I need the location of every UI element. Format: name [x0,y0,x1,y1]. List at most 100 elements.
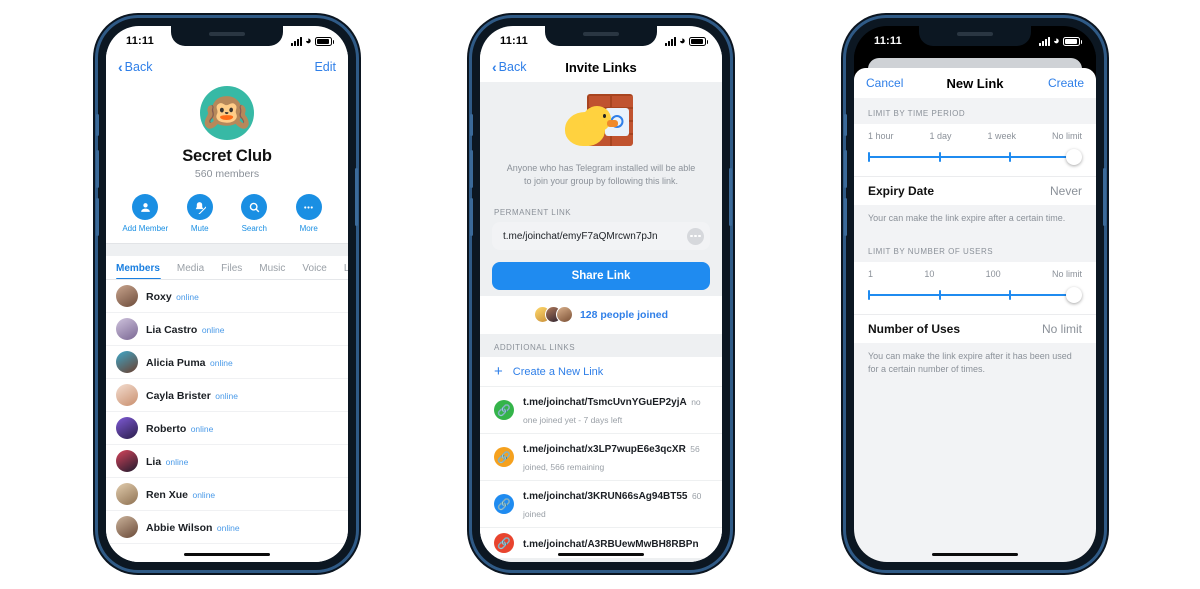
list-item[interactable]: Ren Xue online [106,478,348,511]
status-time: 11:11 [126,35,154,47]
create-button[interactable]: Create [1048,76,1084,90]
list-item[interactable]: Roxy online [106,280,348,313]
member-status: online [176,292,199,302]
expiry-date-value: Never [1049,184,1082,198]
joined-count-label[interactable]: 128 people joined [580,309,668,321]
link-url: t.me/joinchat/x3LP7wupE6e3qcXR [523,444,686,456]
list-item[interactable]: Cayla Brister online [106,379,348,412]
number-of-uses-value: No limit [1041,321,1082,336]
group-avatar: 🙉 [200,86,254,140]
action-add-member[interactable]: Add Member [120,194,170,233]
number-of-uses-row[interactable]: Number of Uses No limit [854,313,1096,343]
back-label: Back [498,60,527,74]
tick-label: 1 week [987,131,1016,141]
status-time: 11:11 [874,35,902,47]
member-name: Lia [146,456,162,468]
add-member-icon [132,194,159,220]
chevron-left-icon: ‹ [492,59,497,75]
permanent-link-section-label: PERMANENT LINK [494,208,572,218]
tab-music[interactable]: Music [259,263,294,279]
list-item[interactable]: Abbie Wilson online [106,511,348,544]
back-button[interactable]: ‹ Back [118,60,152,74]
member-status: online [190,424,214,434]
time-period-section-label: LIMIT BY TIME PERIOD [868,109,966,118]
avatar [116,318,138,340]
facepile [533,306,573,324]
tab-separator [106,243,348,256]
cancel-button[interactable]: Cancel [866,76,903,90]
member-name: Roberto [146,423,187,435]
sheet-nav-bar: Cancel New Link Create [854,68,1096,98]
search-icon [241,194,268,220]
create-new-link-button[interactable]: + Create a New Link [480,357,722,388]
list-item[interactable]: 🔗 t.me/joinchat/3KRUN66sAg94BT55 60 join… [480,481,722,529]
more-dots-icon[interactable] [687,227,704,245]
action-search[interactable]: Search [229,194,279,233]
tab-media[interactable]: Media [177,263,213,279]
back-label: Back [124,60,153,74]
list-item[interactable]: 🔗 t.me/joinchat/TsmcUvnYGuEP2yjA no one … [480,387,722,435]
phone-device-2: 11:11 ◕ ‹ Back Invite Links Anyone who h… [470,18,732,570]
create-new-link-label: Create a New Link [512,365,604,378]
chain-link-icon: 🔗 [494,533,514,554]
tick-label: 10 [924,268,935,279]
link-url: t.me/joinchat/A3RBUewMwBH8RBPn [523,539,699,551]
chain-link-icon: 🔗 [494,400,514,421]
cellular-bars-icon [291,36,303,46]
mute-bell-icon [186,194,213,220]
battery-icon [315,36,334,46]
time-period-slider[interactable] [868,149,1082,165]
list-item[interactable]: Roberto online [106,412,348,445]
new-link-sheet: Cancel New Link Create LIMIT BY TIME PER… [854,68,1096,562]
notch [919,26,1031,46]
user-limit-section-label: LIMIT BY NUMBER OF USERS [868,246,994,256]
home-indicator [184,553,270,556]
list-item[interactable]: Alicia Puma online [106,346,348,379]
more-dots-icon [295,194,322,220]
avatar [116,516,138,538]
user-limit-slider[interactable] [868,286,1082,303]
expiry-date-label: Expiry Date [868,184,935,198]
tab-links[interactable]: Links [344,263,348,279]
tab-members[interactable]: Members [116,263,169,279]
action-mute[interactable]: Mute [175,194,225,233]
additional-links-section-label: ADDITIONAL LINKS [480,334,722,358]
phone3-screen: 11:11 ◕ Cancel New Link Create LIMIT BY … [854,26,1096,562]
avatar [116,483,138,505]
tab-files[interactable]: Files [221,263,251,279]
joined-people-row[interactable]: 128 people joined [480,296,722,335]
tick-label: No limit [1051,131,1082,141]
permanent-link-field[interactable]: t.me/joinchat/emyF7aQMrcwn7pJn [492,222,710,251]
profile-actions: Add Member Mute Search More [106,180,348,243]
group-member-count: 560 members [194,168,260,180]
screenshot-stage: 11:11 ◕ ‹ Back Edit 🙉 Secret Club 560 me… [0,0,1200,589]
tab-voice[interactable]: Voice [302,263,335,279]
list-item[interactable]: Lia online [106,445,348,478]
tick-label: 1 [868,268,874,279]
list-item[interactable]: Lia Castro online [106,313,348,346]
member-name: Alicia Puma [146,357,206,369]
slider-thumb[interactable] [1066,286,1082,303]
member-status: online [201,325,225,335]
chain-link-icon: 🔗 [494,494,514,515]
share-link-button[interactable]: Share Link [492,262,710,291]
wifi-icon: ◕ [679,34,686,47]
action-more[interactable]: More [284,194,334,233]
plus-icon: + [494,363,503,381]
link-url: t.me/joinchat/3KRUN66sAg94BT55 [523,491,688,503]
tick-label: 1 hour [868,131,894,141]
back-button[interactable]: ‹ Back [492,60,526,74]
edit-button[interactable]: Edit [314,60,336,74]
hero-section: Anyone who has Telegram installed will b… [480,82,722,197]
time-period-slider-box: 1 hour 1 day 1 week No limit [854,124,1096,176]
expiry-date-row[interactable]: Expiry Date Never [854,176,1096,205]
list-item[interactable]: 🔗 t.me/joinchat/x3LP7wupE6e3qcXR 56 join… [480,434,722,482]
duck-at-door-icon [563,94,639,156]
member-name: Lia Castro [146,324,198,336]
member-status: online [209,358,233,368]
profile-body: 🙉 Secret Club 560 members Add Member Mut… [106,82,348,562]
slider-thumb[interactable] [1066,149,1082,165]
member-status: online [165,457,189,467]
member-list[interactable]: Roxy online Lia Castro online Alicia Pum… [106,280,348,562]
avatar [116,384,138,406]
